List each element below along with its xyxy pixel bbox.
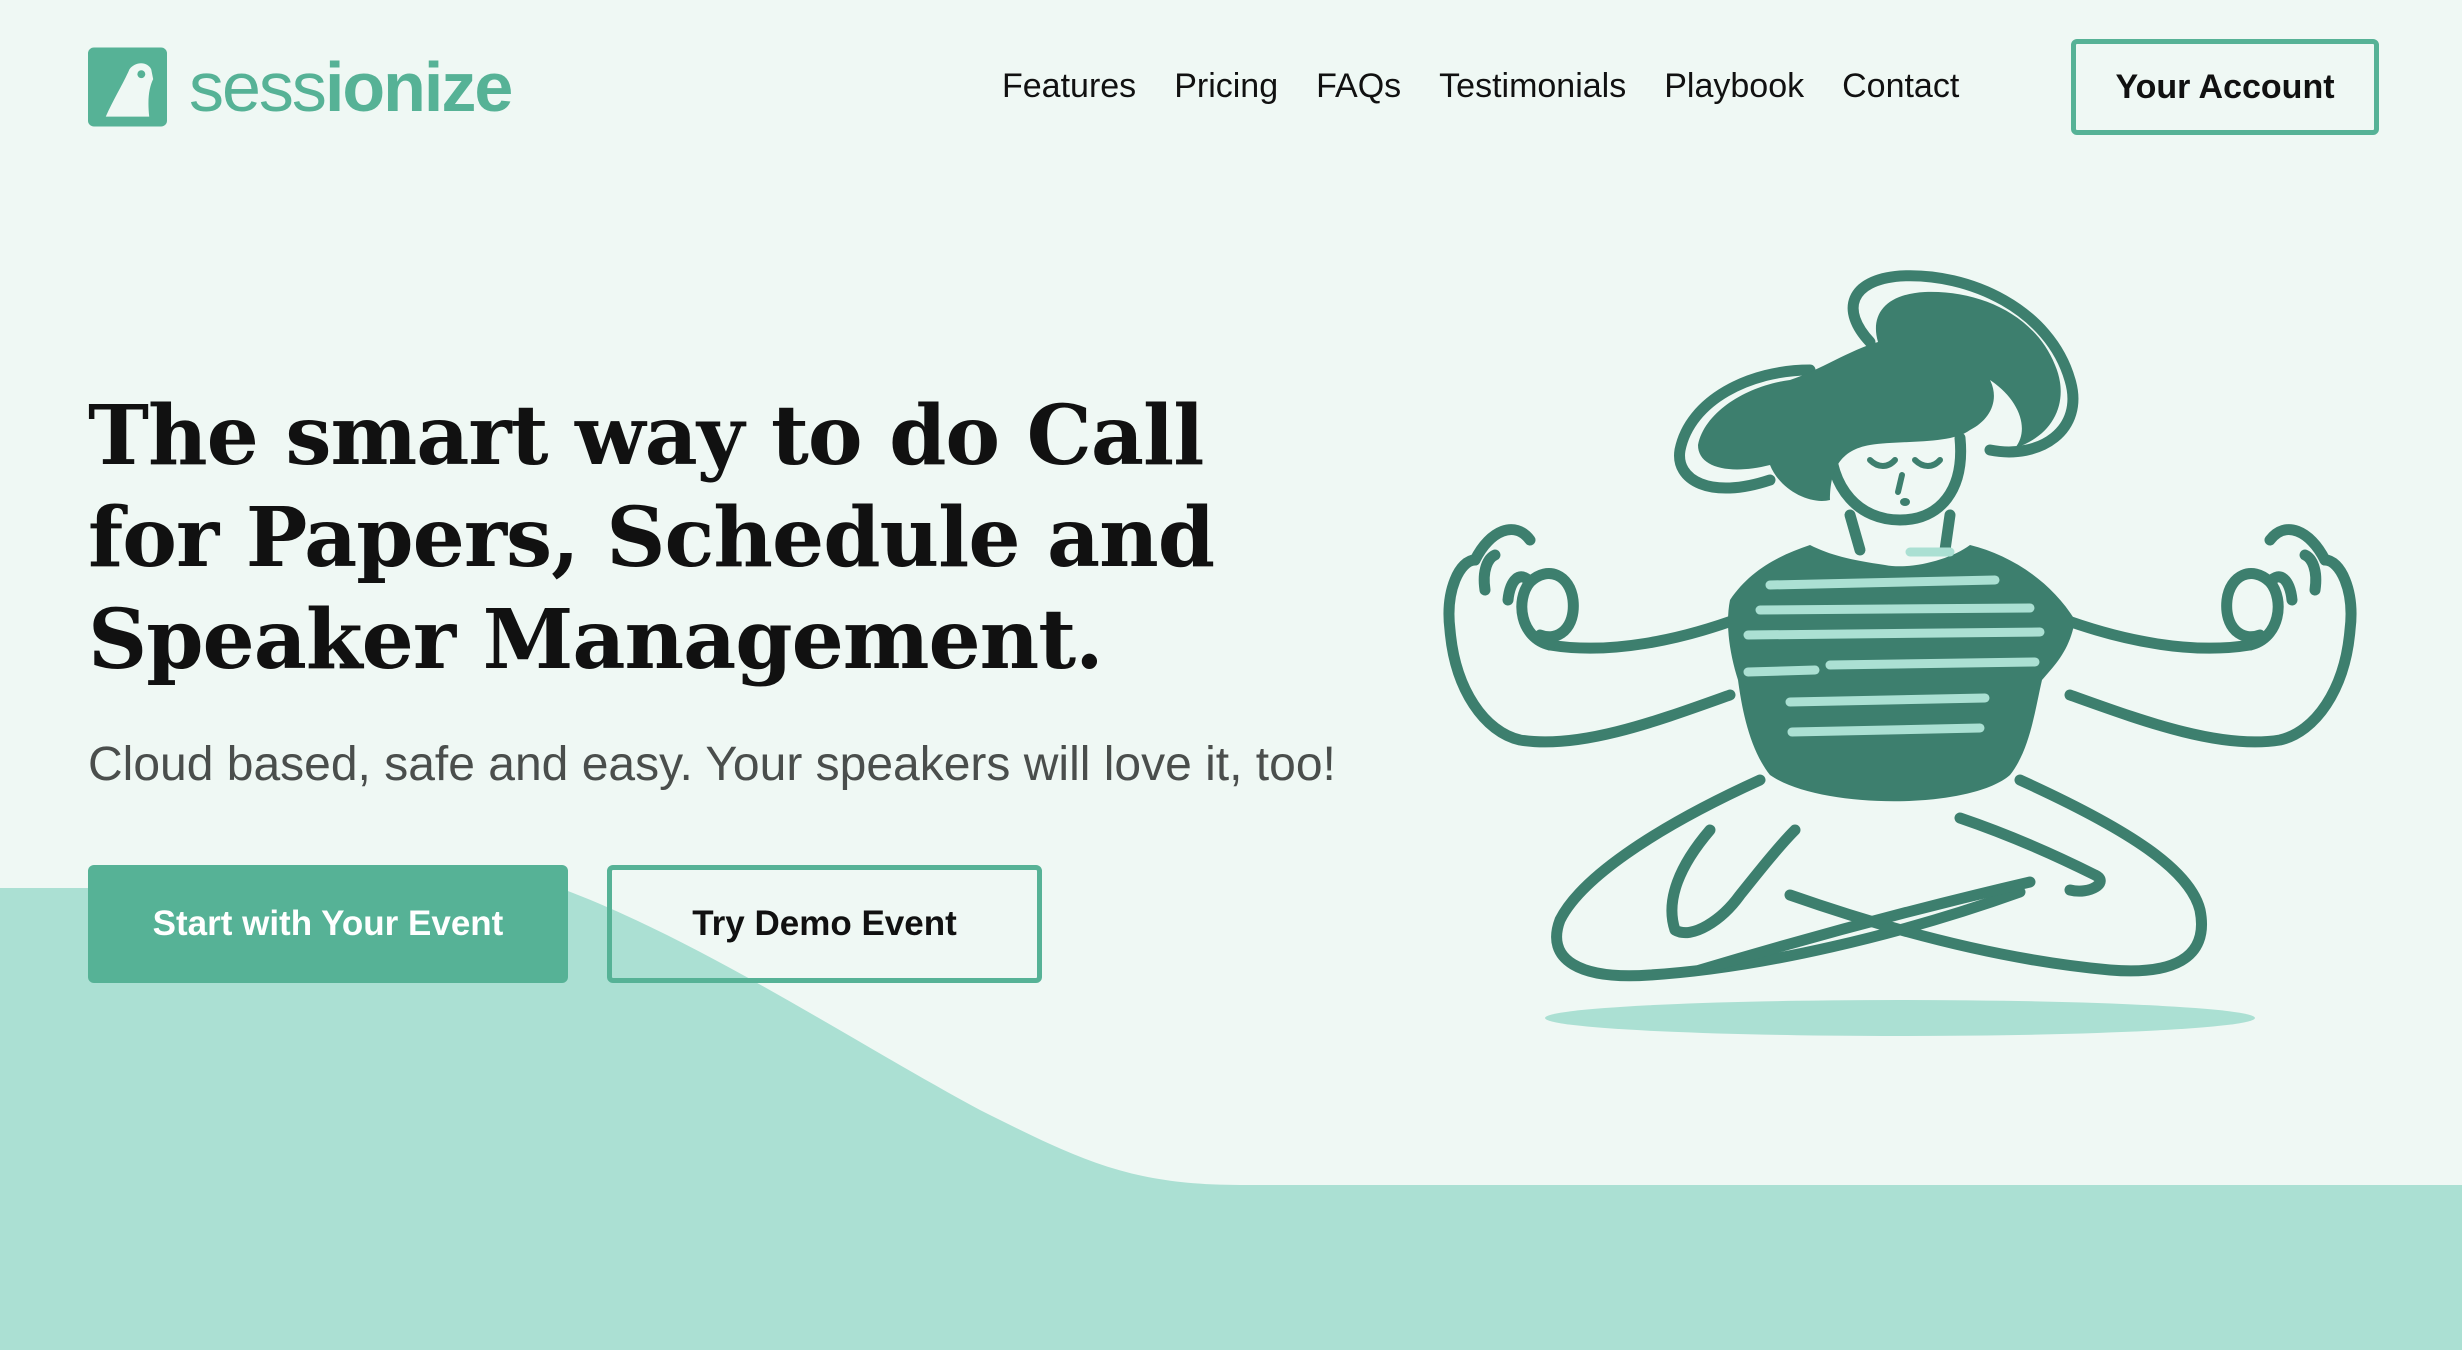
nav-item-faqs[interactable]: FAQs — [1316, 64, 1401, 108]
main-nav: Features Pricing FAQs Testimonials Playb… — [1002, 64, 1997, 108]
site-header: sessionize Features Pricing FAQs Testimo… — [0, 0, 2462, 175]
nav-item-playbook[interactable]: Playbook — [1664, 64, 1804, 108]
start-with-your-event-button[interactable]: Start with Your Event — [88, 865, 568, 983]
hero-title: The smart way to do Call for Papers, Sch… — [88, 388, 1215, 688]
nav-item-features[interactable]: Features — [1002, 64, 1136, 108]
page: sessionize Features Pricing FAQs Testimo… — [0, 0, 2462, 1350]
nav-item-contact[interactable]: Contact — [1842, 64, 1959, 108]
logo-text-light: sess — [189, 48, 327, 126]
logo-text-bold: ionize — [324, 48, 513, 126]
nav-item-pricing[interactable]: Pricing — [1174, 64, 1278, 108]
your-account-button[interactable]: Your Account — [2071, 39, 2379, 135]
logo-wordmark: sessionize — [189, 52, 513, 122]
try-demo-event-button[interactable]: Try Demo Event — [607, 865, 1042, 983]
sessionize-logo-icon — [88, 47, 167, 127]
logo-link[interactable]: sessionize — [88, 46, 513, 128]
meditating-person-illustration — [1443, 270, 2357, 1036]
nav-item-testimonials[interactable]: Testimonials — [1439, 64, 1626, 108]
hero-subtitle: Cloud based, safe and easy. Your speaker… — [88, 738, 1336, 791]
